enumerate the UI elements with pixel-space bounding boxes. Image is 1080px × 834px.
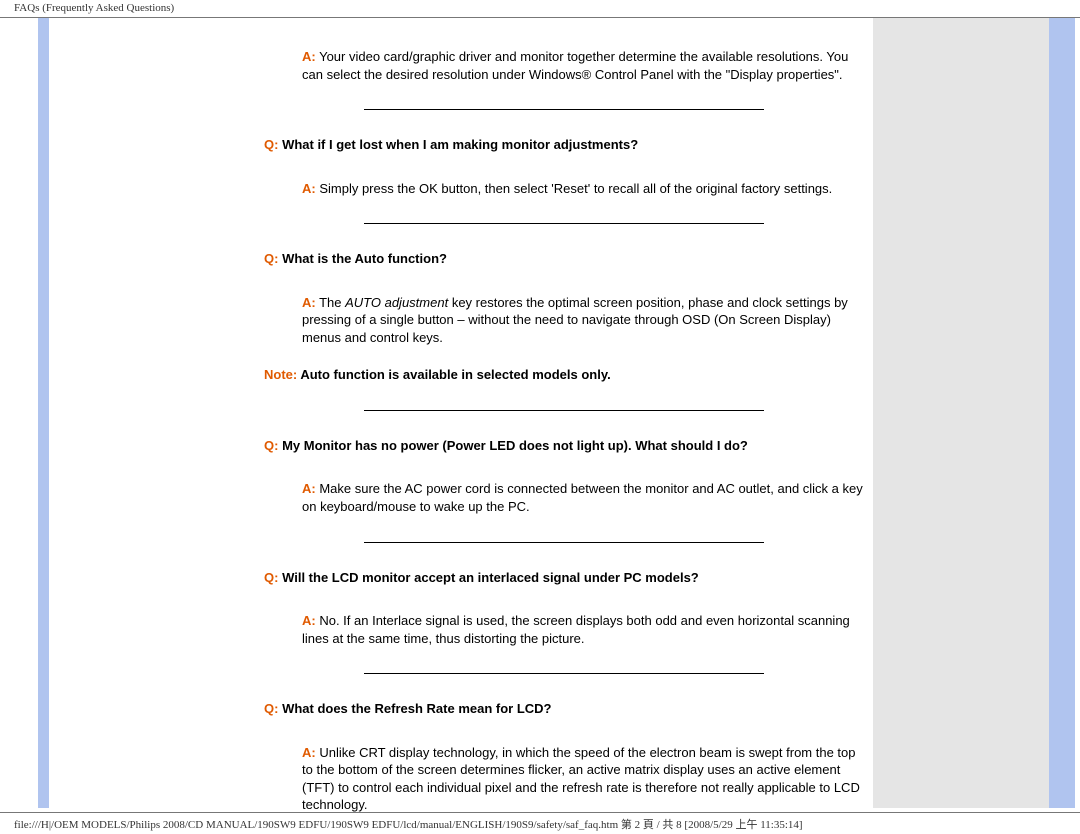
separator <box>364 410 764 411</box>
a-prefix: A: <box>302 745 316 760</box>
q-prefix: Q: <box>264 137 278 152</box>
a-prefix: A: <box>302 49 316 64</box>
faq-answer: A: The AUTO adjustment key restores the … <box>302 294 864 347</box>
faq-question: Q: What does the Refresh Rate mean for L… <box>264 700 864 718</box>
separator <box>364 673 764 674</box>
q-prefix: Q: <box>264 570 278 585</box>
faq-answer: A: No. If an Interlace signal is used, t… <box>302 612 864 647</box>
separator <box>364 223 764 224</box>
answer-text: No. If an Interlace signal is used, the … <box>302 613 850 646</box>
faq-answer: A: Your video card/graphic driver and mo… <box>302 48 864 83</box>
note-prefix: Note: <box>264 367 297 382</box>
a-prefix: A: <box>302 181 316 196</box>
a-prefix: A: <box>302 613 316 628</box>
a-prefix: A: <box>302 295 316 310</box>
faq-note: Note: Auto function is available in sele… <box>264 366 864 384</box>
faq-answer: A: Simply press the OK button, then sele… <box>302 180 864 198</box>
faq-answer: A: Unlike CRT display technology, in whi… <box>302 744 864 814</box>
answer-text-p1: The <box>316 295 345 310</box>
answer-text: Unlike CRT display technology, in which … <box>302 745 860 813</box>
gray-column <box>873 18 1049 808</box>
left-stripe <box>38 18 49 808</box>
question-text: Will the LCD monitor accept an interlace… <box>278 570 698 585</box>
page-header: FAQs (Frequently Asked Questions) <box>0 0 1080 18</box>
question-text: What is the Auto function? <box>278 251 447 266</box>
faq-question: Q: What if I get lost when I am making m… <box>264 136 864 154</box>
note-text: Auto function is available in selected m… <box>297 367 611 382</box>
answer-text: Simply press the OK button, then select … <box>316 181 833 196</box>
right-stripe <box>1049 18 1075 808</box>
faq-answer: A: Make sure the AC power cord is connec… <box>302 480 864 515</box>
answer-text: Make sure the AC power cord is connected… <box>302 481 863 514</box>
a-prefix: A: <box>302 481 316 496</box>
q-prefix: Q: <box>264 701 278 716</box>
page-footer: file:///H|/OEM MODELS/Philips 2008/CD MA… <box>0 812 1080 834</box>
separator <box>364 542 764 543</box>
faq-question: Q: Will the LCD monitor accept an interl… <box>264 569 864 587</box>
answer-text: Your video card/graphic driver and monit… <box>302 49 848 82</box>
q-prefix: Q: <box>264 438 278 453</box>
separator <box>364 109 764 110</box>
page-body: A: Your video card/graphic driver and mo… <box>0 18 1080 814</box>
faq-question: Q: My Monitor has no power (Power LED do… <box>264 437 864 455</box>
faq-content: A: Your video card/graphic driver and mo… <box>264 18 864 814</box>
faq-question: Q: What is the Auto function? <box>264 250 864 268</box>
question-text: What if I get lost when I am making moni… <box>278 137 638 152</box>
q-prefix: Q: <box>264 251 278 266</box>
answer-italic: AUTO adjustment <box>345 295 448 310</box>
question-text: My Monitor has no power (Power LED does … <box>278 438 747 453</box>
question-text: What does the Refresh Rate mean for LCD? <box>278 701 551 716</box>
